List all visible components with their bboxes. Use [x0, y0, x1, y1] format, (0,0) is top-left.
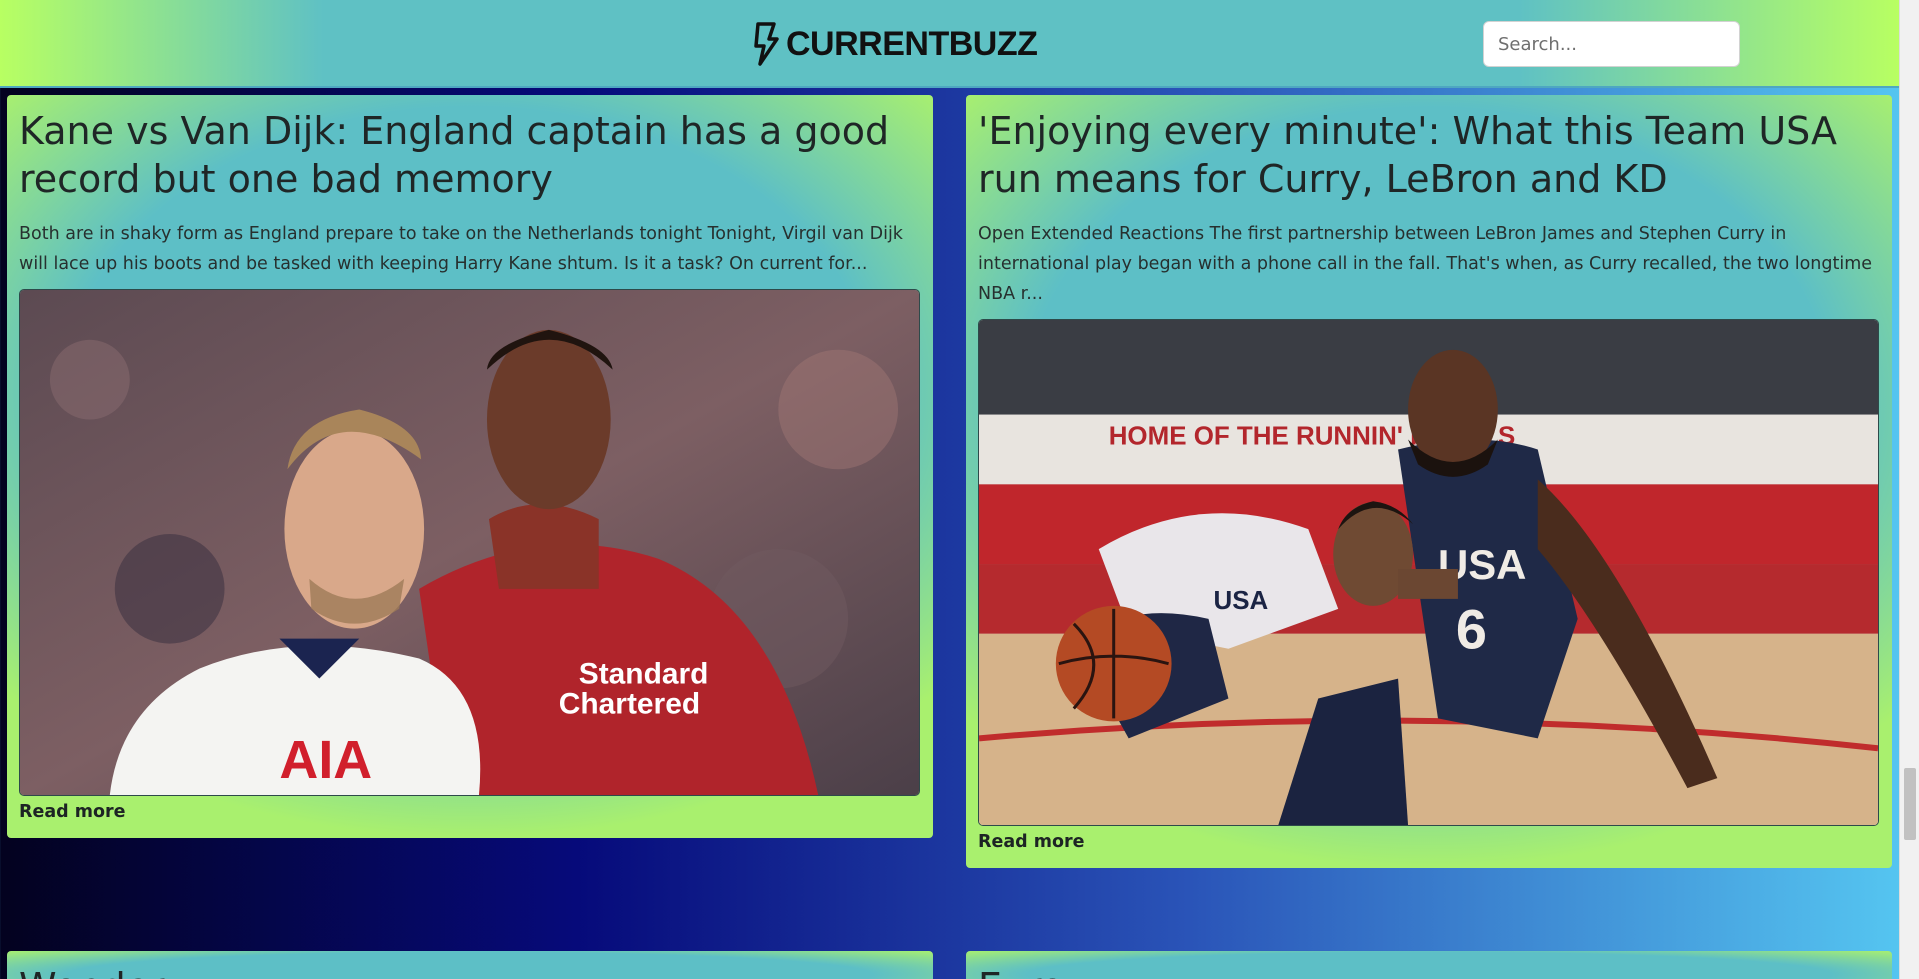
scrollbar-thumb[interactable]	[1904, 768, 1916, 840]
lightning-bolt-icon	[754, 22, 779, 66]
read-more-link[interactable]: Read more	[19, 802, 126, 822]
article-summary: Both are in shaky form as England prepar…	[19, 224, 903, 274]
jersey-text: USA	[1213, 587, 1268, 615]
read-more-link[interactable]: Read more	[978, 832, 1085, 852]
top-navbar: CURRENTBUZZ	[0, 0, 1899, 88]
kane-van-dijk-photo: Standard Chartered AIA	[20, 290, 919, 795]
site-logo[interactable]: CURRENTBUZZ	[750, 22, 1038, 66]
curry-lebron-photo: HOME OF THE RUNNIN' REBELS USA 6 USA	[979, 320, 1878, 825]
search-input[interactable]	[1483, 21, 1740, 67]
article-card: Wonder…	[7, 951, 933, 979]
article-card: Kane vs Van Dijk: England captain has a …	[7, 95, 933, 838]
article-title[interactable]: Euro…	[978, 963, 1880, 979]
brand-name: CURRENTBUZZ	[786, 25, 1038, 63]
article-title[interactable]: Wonder…	[19, 963, 921, 979]
jersey-number: 6	[1456, 598, 1487, 661]
article-image[interactable]: Standard Chartered AIA	[19, 289, 920, 796]
sponsor-text: Chartered	[559, 687, 700, 720]
page-scrollbar[interactable]	[1899, 0, 1919, 979]
article-title[interactable]: 'Enjoying every minute': What this Team …	[978, 107, 1880, 203]
article-title[interactable]: Kane vs Van Dijk: England captain has a …	[19, 107, 921, 203]
article-card: 'Enjoying every minute': What this Team …	[966, 95, 1892, 868]
article-image[interactable]: HOME OF THE RUNNIN' REBELS USA 6 USA	[978, 319, 1879, 826]
article-card: Euro…	[966, 951, 1892, 979]
sponsor-text: Standard	[579, 657, 709, 690]
article-summary: Open Extended Reactions The first partne…	[978, 224, 1873, 304]
sponsor-text: AIA	[279, 730, 372, 790]
